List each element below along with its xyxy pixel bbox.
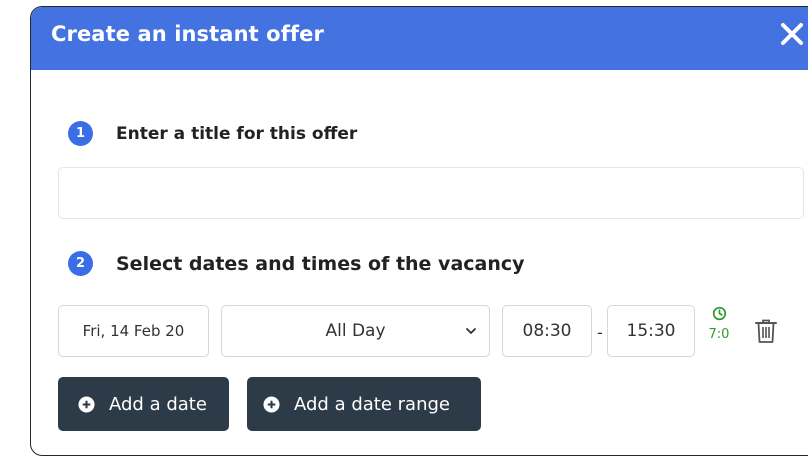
plus-circle-icon — [263, 395, 280, 413]
step-label: Enter a title for this offer — [116, 123, 358, 144]
step-1: 1 Enter a title for this offer — [68, 121, 357, 146]
date-value: Fri, 14 Feb 20 — [82, 322, 185, 340]
step-number-badge: 1 — [68, 121, 93, 146]
add-date-button[interactable]: Add a date — [58, 377, 229, 431]
period-select[interactable]: All Day — [221, 305, 490, 357]
chevron-down-icon — [466, 328, 476, 334]
dialog-header: Create an instant offer — [31, 7, 808, 70]
start-time-value: 08:30 — [522, 321, 572, 341]
period-value: All Day — [325, 321, 386, 341]
duration-value: 7:0 — [708, 327, 730, 342]
add-date-range-button[interactable]: Add a date range — [247, 377, 481, 431]
plus-circle-icon — [78, 395, 95, 413]
end-time-value: 15:30 — [626, 321, 676, 341]
time-separator: - — [597, 323, 603, 342]
clock-icon — [712, 306, 726, 321]
close-icon[interactable] — [777, 19, 807, 49]
end-time-field[interactable]: 15:30 — [607, 305, 695, 357]
dialog-title: Create an instant offer — [51, 22, 324, 46]
date-field[interactable]: Fri, 14 Feb 20 — [58, 305, 209, 357]
instant-offer-dialog: Create an instant offer 1 Enter a title … — [30, 6, 808, 456]
step-2: 2 Select dates and times of the vacancy — [68, 251, 525, 276]
add-date-label: Add a date — [109, 393, 207, 415]
trash-icon[interactable] — [753, 317, 779, 345]
offer-title-input[interactable] — [58, 167, 804, 219]
add-date-range-label: Add a date range — [294, 393, 450, 415]
step-label: Select dates and times of the vacancy — [116, 252, 525, 275]
start-time-field[interactable]: 08:30 — [502, 305, 592, 357]
duration-indicator: 7:0 — [704, 306, 734, 342]
step-number-badge: 2 — [68, 251, 93, 276]
